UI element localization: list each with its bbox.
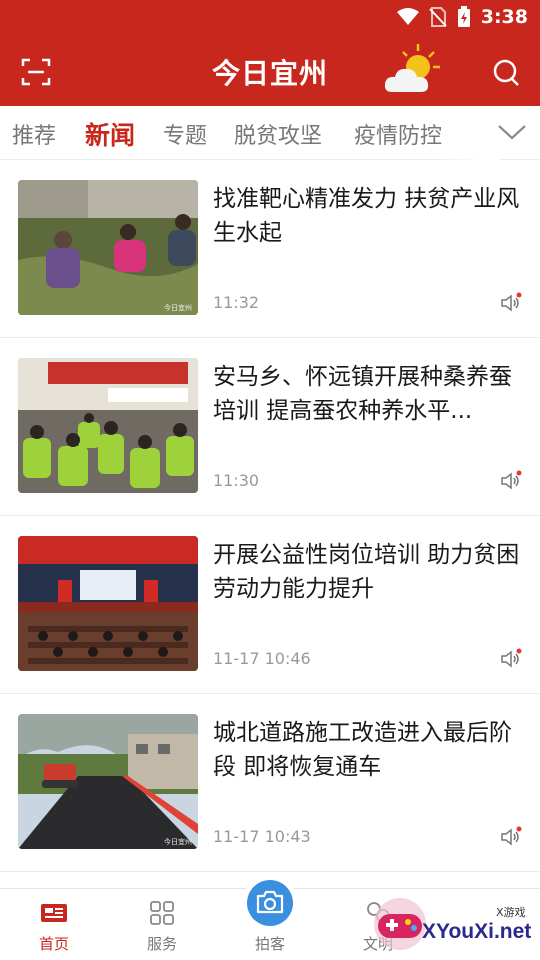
camera-icon	[256, 890, 284, 914]
news-title: 安马乡、怀远镇开展种桑养蚕培训 提高蚕农种养水平...	[213, 364, 512, 424]
news-time: 11:30	[213, 471, 260, 490]
speaker-icon[interactable]	[500, 470, 522, 492]
no-sim-icon	[429, 7, 447, 27]
site-watermark: X游戏 XYouXi.net	[370, 892, 540, 956]
news-thumbnail: 今日宜州	[18, 180, 198, 315]
weather-partly-cloudy-icon[interactable]	[382, 42, 442, 98]
status-time: 3:38	[480, 6, 528, 28]
tab-news[interactable]: 新闻	[85, 116, 135, 152]
watermark-text: XYouXi.net	[422, 920, 532, 943]
app-title: 今日宜州	[211, 57, 328, 90]
tab-poverty-alleviation[interactable]: 脱贫攻坚	[234, 118, 322, 150]
home-news-icon	[41, 904, 67, 922]
speaker-icon[interactable]	[500, 292, 522, 314]
wifi-icon	[396, 8, 419, 25]
nav-label: 服务	[146, 935, 177, 953]
search-icon[interactable]	[490, 56, 522, 88]
news-title: 城北道路施工改造进入最后阶段 即将恢复通车	[213, 720, 512, 780]
news-thumbnail	[18, 536, 198, 671]
nav-home[interactable]: 首页	[0, 889, 108, 960]
watermark-small-text: X游戏	[496, 906, 526, 919]
news-time: 11:32	[213, 293, 260, 312]
thumbnail-watermark: 今日宜州	[164, 837, 192, 846]
news-item[interactable]: 今日宜州 城北道路施工改造进入最后阶段 即将恢复通车 11-17 10:43	[0, 694, 540, 872]
news-thumbnail	[18, 358, 198, 493]
news-time: 11-17 10:43	[213, 827, 311, 846]
app-bar: 今日宜州	[0, 38, 540, 106]
news-time: 11-17 10:46	[213, 649, 311, 668]
camera-button[interactable]	[247, 880, 293, 926]
tab-epidemic-prevention[interactable]: 疫情防控	[354, 118, 442, 150]
chevron-down-icon[interactable]	[496, 120, 528, 144]
news-item[interactable]: 安马乡、怀远镇开展种桑养蚕培训 提高蚕农种养水平... 11:30	[0, 338, 540, 516]
speaker-icon[interactable]	[500, 826, 522, 848]
nav-label: 首页	[38, 935, 69, 953]
tab-topics[interactable]: 专题	[163, 118, 207, 150]
tab-recommend[interactable]: 推荐	[12, 118, 56, 150]
news-item[interactable]: 开展公益性岗位培训 助力贫困劳动力能力提升 11-17 10:46	[0, 516, 540, 694]
grid-icon	[150, 901, 174, 925]
news-title: 开展公益性岗位培训 助力贫困劳动力能力提升	[213, 542, 520, 602]
battery-charging-icon	[457, 6, 470, 27]
category-tabs: 推荐 新闻 专题 脱贫攻坚 疫情防控	[0, 106, 540, 160]
news-item[interactable]: 今日宜州 找准靶心精准发力 扶贫产业风生水起 11:32	[0, 160, 540, 338]
thumbnail-watermark: 今日宜州	[164, 303, 192, 312]
nav-label: 拍客	[254, 935, 285, 953]
gamepad-logo-icon	[374, 898, 426, 950]
status-bar: 3:38	[0, 0, 540, 38]
speaker-icon[interactable]	[500, 648, 522, 670]
news-list: 今日宜州 找准靶心精准发力 扶贫产业风生水起 11:32 安马乡、怀远镇开展种桑…	[0, 160, 540, 872]
news-title: 找准靶心精准发力 扶贫产业风生水起	[213, 186, 520, 246]
nav-services[interactable]: 服务	[108, 889, 216, 960]
news-thumbnail: 今日宜州	[18, 714, 198, 849]
